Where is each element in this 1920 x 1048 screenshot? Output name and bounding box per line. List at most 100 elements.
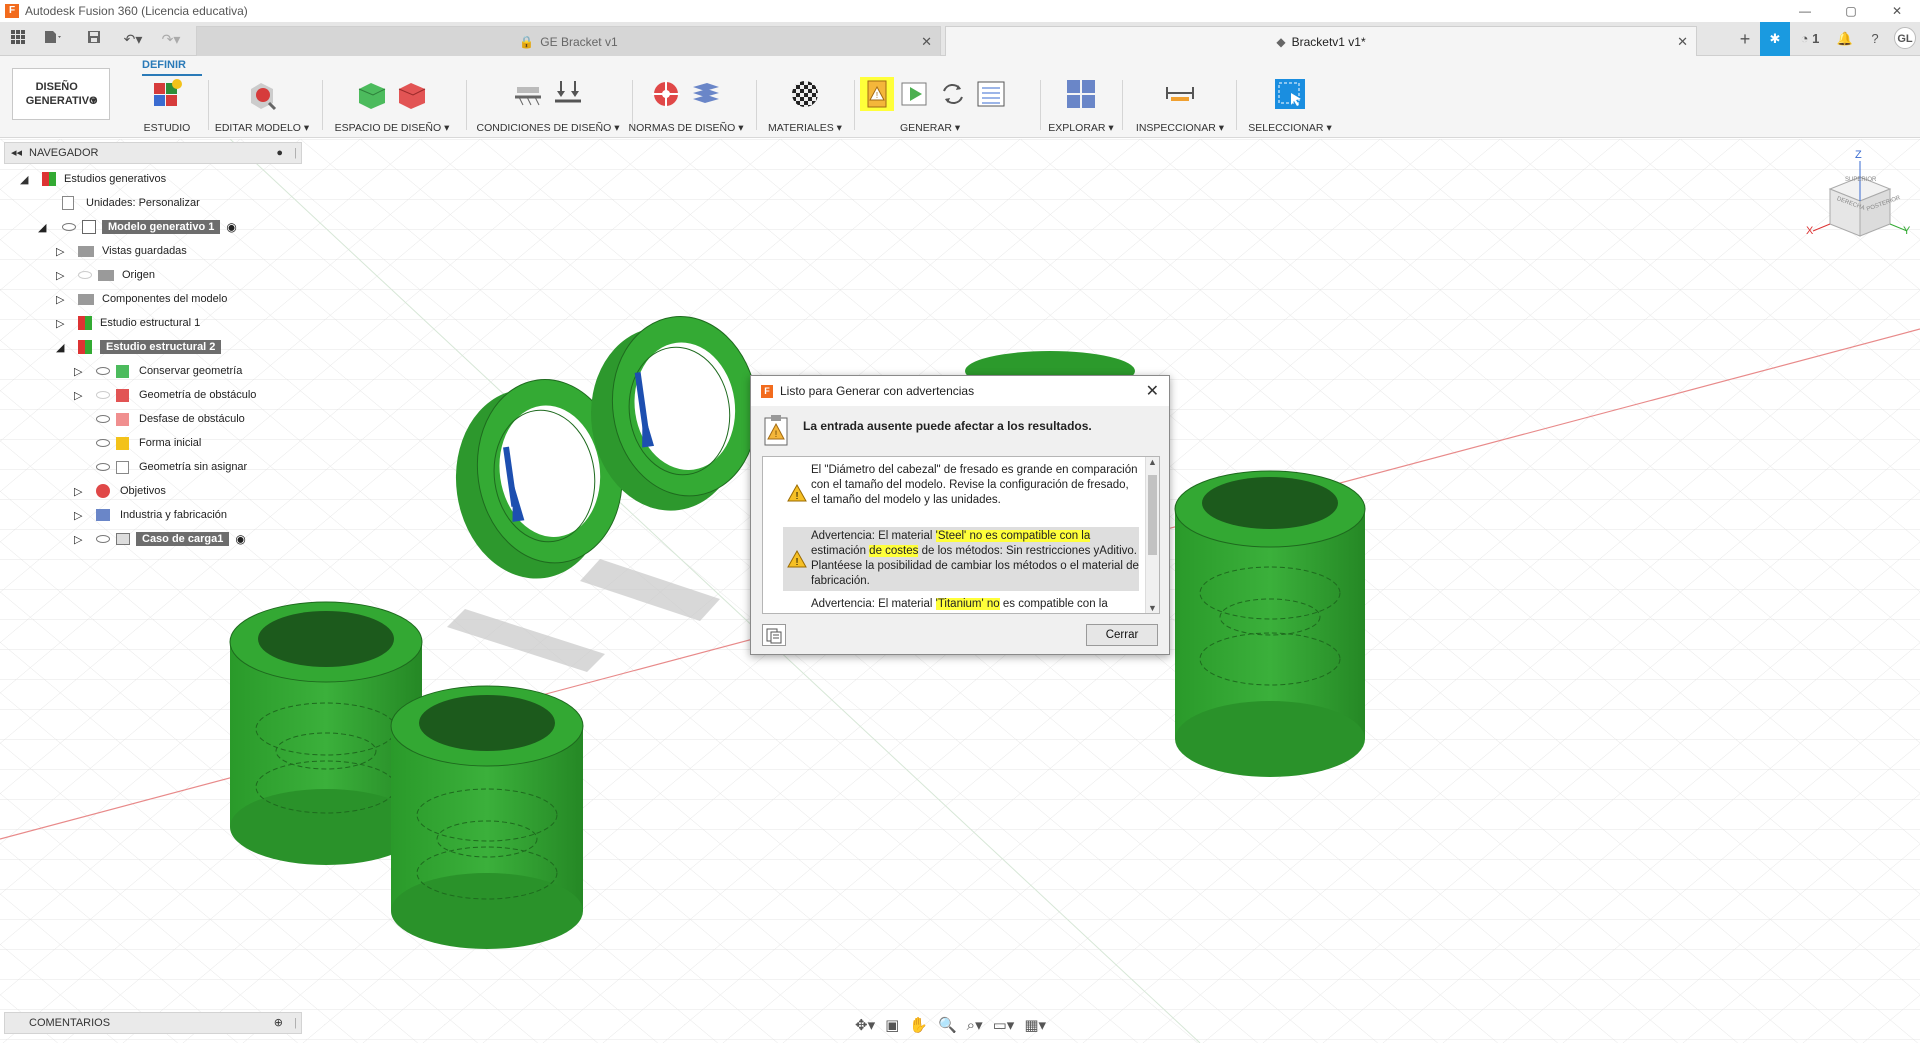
visibility-eye-icon[interactable] — [96, 463, 110, 471]
tree-row-obstacle-offset[interactable]: Desfase de obstáculo — [96, 408, 245, 430]
close-dialog-button[interactable]: Cerrar — [1086, 624, 1158, 646]
warning-item[interactable]: Advertencia: El material 'Titanium' no e… — [783, 597, 1139, 613]
look-at-icon[interactable]: ▣ — [885, 1016, 899, 1034]
expand-triangle-icon[interactable]: ▷ — [74, 389, 96, 402]
expand-triangle-icon[interactable]: ▷ — [56, 269, 78, 282]
orbit-icon[interactable]: ✥▾ — [855, 1016, 875, 1034]
panel-resize-handle[interactable]: | — [294, 1013, 297, 1033]
redo-icon[interactable]: ↷▾ — [156, 28, 186, 50]
refresh-icon[interactable] — [936, 77, 970, 111]
viewcube-top-label[interactable]: SUPERIOR — [1845, 177, 1876, 183]
collapse-panel-icon[interactable]: ◂◂ — [11, 143, 22, 163]
tree-row-studies[interactable]: ◢ Estudios generativos — [20, 168, 166, 190]
warning-item[interactable]: ! Advertencia: El material 'Steel' no es… — [783, 527, 1139, 591]
dialog-title-bar[interactable]: F Listo para Generar con advertencias ✕ — [751, 376, 1169, 406]
visibility-eye-icon[interactable] — [96, 391, 110, 399]
visibility-eye-icon[interactable] — [96, 367, 110, 375]
workspace-switcher[interactable]: DISEÑO GENERATIVO ▾ — [12, 68, 110, 120]
maximize-button[interactable]: ▢ — [1828, 0, 1874, 22]
group-generar[interactable]: ! GENERAR ▾ — [860, 74, 1020, 138]
tree-row-structural-study-2[interactable]: ◢ Estudio estructural 2 — [56, 336, 222, 358]
panel-options-icon[interactable]: ● — [276, 143, 283, 163]
group-condiciones-diseno[interactable]: CONDICIONES DE DISEÑO ▾ — [470, 74, 626, 138]
scroll-up-icon[interactable]: ▲ — [1146, 457, 1159, 467]
dialog-close-icon[interactable]: ✕ — [1146, 381, 1159, 401]
group-normas-diseno[interactable]: NORMAS DE DISEÑO ▾ — [628, 74, 744, 138]
warning-item[interactable]: ! El "Diámetro del cabezal" de fresado e… — [783, 463, 1139, 523]
tree-row-model-components[interactable]: ▷ Componentes del modelo — [56, 288, 227, 310]
pan-hand-icon[interactable]: ✋ — [909, 1016, 928, 1034]
tab-definir[interactable]: DEFINIR — [142, 59, 186, 71]
expand-triangle-icon[interactable]: ◢ — [38, 221, 52, 234]
tree-row-starting-shape[interactable]: Forma inicial — [96, 432, 201, 454]
panel-resize-handle[interactable]: | — [294, 143, 297, 163]
zoom-icon[interactable]: 🔍 — [938, 1016, 957, 1034]
list-scrollbar[interactable]: ▲ ▼ — [1145, 457, 1159, 613]
group-inspeccionar[interactable]: INSPECCIONAR ▾ — [1130, 74, 1230, 138]
expand-triangle-icon[interactable]: ▷ — [74, 533, 96, 546]
tree-row-structural-study-1[interactable]: ▷ Estudio estructural 1 — [56, 312, 200, 334]
save-icon[interactable] — [84, 28, 104, 50]
visibility-eye-icon[interactable] — [96, 415, 110, 423]
notifications-bell-icon[interactable]: 🔔 — [1830, 22, 1860, 56]
tab-close-icon[interactable]: ✕ — [1677, 34, 1688, 50]
group-espacio-diseno[interactable]: ESPACIO DE DISEÑO ▾ — [330, 74, 454, 138]
add-comment-icon[interactable]: ⊕ — [274, 1013, 283, 1033]
comments-panel[interactable]: COMENTARIOS ⊕ | — [4, 1012, 302, 1034]
tree-row-preserve-geometry[interactable]: ▷ Conservar geometría — [74, 360, 242, 382]
expand-triangle-icon[interactable]: ◢ — [56, 341, 78, 354]
tree-row-manufacturing[interactable]: ▷ Industria y fabricación — [74, 504, 227, 526]
expand-triangle-icon[interactable]: ▷ — [56, 293, 78, 306]
new-tab-plus-icon[interactable]: + — [1730, 22, 1760, 56]
display-settings-icon[interactable]: ▭▾ — [993, 1016, 1015, 1034]
visibility-eye-icon[interactable] — [78, 271, 92, 279]
expand-triangle-icon[interactable]: ▷ — [74, 485, 96, 498]
user-avatar[interactable]: GL — [1890, 22, 1920, 56]
group-seleccionar[interactable]: SELECCIONAR ▾ — [1240, 74, 1340, 138]
tree-row-units[interactable]: Unidades: Personalizar — [62, 192, 200, 214]
tab-ge-bracket[interactable]: 🔒 GE Bracket v1 ✕ — [196, 26, 941, 56]
job-status-icon[interactable]: ◔ 1 — [1790, 22, 1830, 56]
list-view-icon[interactable] — [974, 77, 1008, 111]
browser-header[interactable]: ◂◂ NAVEGADOR ● | — [4, 142, 302, 164]
tree-row-obstacle-geometry[interactable]: ▷ Geometría de obstáculo — [74, 384, 256, 406]
expand-triangle-icon[interactable]: ▷ — [74, 365, 96, 378]
tab-close-icon[interactable]: ✕ — [921, 34, 932, 50]
window-close-button[interactable]: ✕ — [1874, 0, 1920, 22]
undo-icon[interactable]: ↶▾ — [118, 28, 148, 50]
data-panel-grid-icon[interactable] — [8, 28, 28, 50]
visibility-eye-icon[interactable] — [62, 223, 76, 231]
expand-triangle-icon[interactable]: ▷ — [56, 245, 78, 258]
generate-play-icon[interactable] — [898, 77, 932, 111]
group-estudio[interactable]: ESTUDIO — [128, 74, 206, 138]
tree-row-origin[interactable]: ▷ Origen — [56, 264, 155, 286]
tree-row-model[interactable]: ◢ Modelo generativo 1 ◉ — [38, 216, 237, 238]
expand-triangle-icon[interactable]: ▷ — [56, 317, 78, 330]
extensions-icon[interactable]: ✱ — [1760, 22, 1790, 56]
file-menu-icon[interactable] — [40, 28, 66, 50]
visibility-eye-icon[interactable] — [96, 439, 110, 447]
copy-to-clipboard-icon[interactable] — [762, 624, 786, 646]
group-explorar[interactable]: EXPLORAR ▾ — [1044, 74, 1118, 138]
group-materiales[interactable]: MATERIALES ▾ — [760, 74, 850, 138]
group-editar-modelo[interactable]: EDITAR MODELO ▾ — [212, 74, 312, 138]
tree-row-saved-views[interactable]: ▷ Vistas guardadas — [56, 240, 187, 262]
warnings-list[interactable]: ! El "Diámetro del cabezal" de fresado e… — [762, 456, 1160, 614]
tab-bracket-v1[interactable]: ◆ Bracketv1 v1* ✕ — [945, 26, 1697, 56]
help-icon[interactable]: ? — [1860, 22, 1890, 56]
tree-row-objectives[interactable]: ▷ Objetivos — [74, 480, 166, 502]
precheck-warning-icon[interactable]: ! — [860, 77, 894, 111]
expand-triangle-icon[interactable]: ◢ — [20, 173, 34, 186]
visibility-eye-icon[interactable] — [96, 535, 110, 543]
minimize-button[interactable]: — — [1782, 0, 1828, 22]
activate-radio-icon[interactable]: ◉ — [226, 220, 236, 234]
fit-icon[interactable]: ⌕▾ — [967, 1016, 983, 1034]
tree-row-load-case[interactable]: ▷ Caso de carga1 ◉ — [74, 528, 246, 550]
lock-icon: 🔒 — [519, 34, 535, 49]
scroll-thumb[interactable] — [1148, 475, 1157, 555]
scroll-down-icon[interactable]: ▼ — [1146, 603, 1159, 613]
tree-row-unassigned-geometry[interactable]: Geometría sin asignar — [96, 456, 247, 478]
expand-triangle-icon[interactable]: ▷ — [74, 509, 96, 522]
grid-settings-icon[interactable]: ▦▾ — [1024, 1016, 1046, 1034]
activate-radio-icon[interactable]: ◉ — [235, 532, 245, 546]
